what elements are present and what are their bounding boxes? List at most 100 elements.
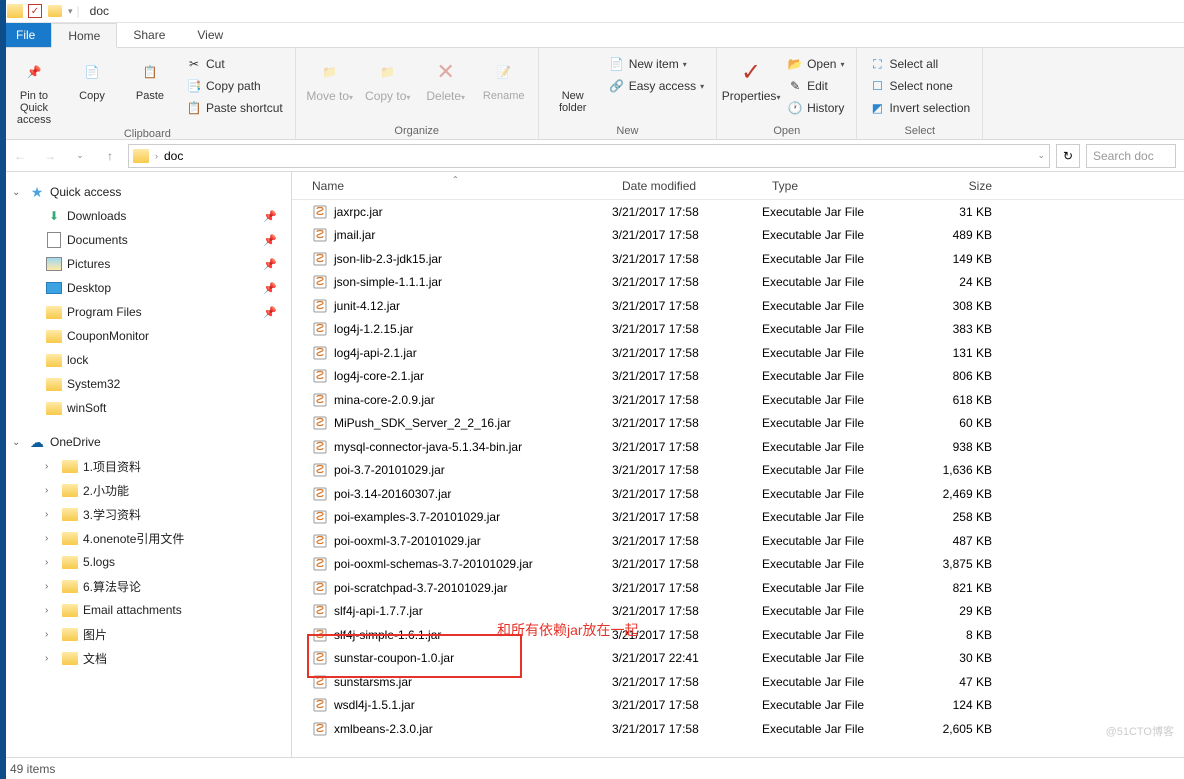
column-type[interactable]: Type — [762, 179, 912, 193]
file-row[interactable]: poi-3.7-20101029.jar 3/21/2017 17:58 Exe… — [292, 459, 1184, 483]
cut-button[interactable]: ✂Cut — [182, 54, 287, 74]
file-row[interactable]: poi-ooxml-schemas-3.7-20101029.jar 3/21/… — [292, 553, 1184, 577]
sidebar-onedrive[interactable]: ⌄ ☁ OneDrive — [0, 430, 291, 454]
chevron-down-icon[interactable]: ⌄ — [12, 187, 24, 198]
sidebar-item[interactable]: ›6.算法导论 — [0, 574, 291, 598]
file-row[interactable]: wsdl4j-1.5.1.jar 3/21/2017 17:58 Executa… — [292, 694, 1184, 718]
file-row[interactable]: log4j-api-2.1.jar 3/21/2017 17:58 Execut… — [292, 341, 1184, 365]
file-row[interactable]: junit-4.12.jar 3/21/2017 17:58 Executabl… — [292, 294, 1184, 318]
address-bar[interactable]: › doc ⌄ — [128, 144, 1050, 168]
nav-forward-button[interactable]: → — [38, 144, 62, 168]
edit-button[interactable]: ✎Edit — [783, 76, 848, 96]
paste-shortcut-button[interactable]: 📋Paste shortcut — [182, 98, 287, 118]
copy-to-button[interactable]: 📁 Copy to▾ — [362, 52, 414, 104]
move-to-button[interactable]: 📁 Move to▾ — [304, 52, 356, 104]
chevron-down-icon[interactable]: ⌄ — [12, 437, 24, 448]
file-row[interactable]: jmail.jar 3/21/2017 17:58 Executable Jar… — [292, 224, 1184, 248]
chevron-right-icon[interactable]: › — [45, 461, 57, 472]
file-row[interactable]: poi-examples-3.7-20101029.jar 3/21/2017 … — [292, 506, 1184, 530]
select-none-button[interactable]: ☐Select none — [865, 76, 974, 96]
sidebar-item[interactable]: ›文档 — [0, 646, 291, 670]
new-folder-button[interactable]: New folder — [547, 52, 599, 114]
easy-access-button[interactable]: 🔗Easy access▾ — [605, 76, 708, 96]
select-all-button[interactable]: ⛶Select all — [865, 54, 974, 74]
file-row[interactable]: sunstar-coupon-1.0.jar 3/21/2017 22:41 E… — [292, 647, 1184, 671]
file-row[interactable]: slf4j-api-1.7.7.jar 3/21/2017 17:58 Exec… — [292, 600, 1184, 624]
qat-properties-icon[interactable]: ✓ — [28, 4, 42, 18]
sidebar-item[interactable]: ›5.logs — [0, 550, 291, 574]
sidebar-item-system32[interactable]: System32 — [0, 372, 291, 396]
file-row[interactable]: json-simple-1.1.1.jar 3/21/2017 17:58 Ex… — [292, 271, 1184, 295]
chevron-right-icon[interactable]: › — [45, 629, 57, 640]
invert-selection-button[interactable]: ◩Invert selection — [865, 98, 974, 118]
qat-dropdown-icon[interactable]: ▾ — [68, 6, 73, 17]
open-button[interactable]: 📂Open▾ — [783, 54, 848, 74]
sidebar-item-documents[interactable]: Documents📌 — [0, 228, 291, 252]
chevron-right-icon[interactable]: › — [45, 581, 57, 592]
sidebar-item-desktop[interactable]: Desktop📌 — [0, 276, 291, 300]
search-input[interactable]: Search doc — [1086, 144, 1176, 168]
sidebar-item[interactable]: ›1.项目资料 — [0, 454, 291, 478]
chevron-right-icon[interactable]: › — [45, 485, 57, 496]
file-row[interactable]: poi-scratchpad-3.7-20101029.jar 3/21/201… — [292, 576, 1184, 600]
delete-button[interactable]: ✕ Delete▾ — [420, 52, 472, 104]
paste-button[interactable]: 📋 Paste — [124, 52, 176, 102]
qat-newfolder-icon[interactable] — [46, 2, 64, 20]
file-row[interactable]: poi-3.14-20160307.jar 3/21/2017 17:58 Ex… — [292, 482, 1184, 506]
chevron-right-icon[interactable]: › — [45, 653, 57, 664]
file-row[interactable]: log4j-1.2.15.jar 3/21/2017 17:58 Executa… — [292, 318, 1184, 342]
sidebar-item-program-files[interactable]: Program Files📌 — [0, 300, 291, 324]
tab-file[interactable]: File — [0, 23, 51, 47]
pin-to-quick-access-button[interactable]: 📌 Pin to Quick access — [8, 52, 60, 126]
file-size: 149 KB — [912, 252, 1012, 266]
file-row[interactable]: sunstarsms.jar 3/21/2017 17:58 Executabl… — [292, 670, 1184, 694]
tab-home[interactable]: Home — [51, 23, 117, 48]
tab-share[interactable]: Share — [117, 23, 181, 47]
sidebar-item-couponmonitor[interactable]: CouponMonitor — [0, 324, 291, 348]
column-size[interactable]: Size — [912, 179, 1012, 193]
sidebar-item[interactable]: ›4.onenote引用文件 — [0, 526, 291, 550]
title-bar: ✓ ▾ | doc — [0, 0, 1184, 23]
rename-button[interactable]: 📝 Rename — [478, 52, 530, 102]
properties-button[interactable]: ✓ Properties▾ — [725, 52, 777, 104]
file-size: 258 KB — [912, 510, 1012, 524]
sidebar-item-pictures[interactable]: Pictures📌 — [0, 252, 291, 276]
sidebar-item[interactable]: ›Email attachments — [0, 598, 291, 622]
copy-path-button[interactable]: 📑Copy path — [182, 76, 287, 96]
nav-recent-dropdown[interactable]: ⌄ — [68, 144, 92, 168]
sidebar-item[interactable]: ›图片 — [0, 622, 291, 646]
sidebar-item-winsoft[interactable]: winSoft — [0, 396, 291, 420]
file-row[interactable]: jaxrpc.jar 3/21/2017 17:58 Executable Ja… — [292, 200, 1184, 224]
file-row[interactable]: xmlbeans-2.3.0.jar 3/21/2017 17:58 Execu… — [292, 717, 1184, 741]
sidebar-item[interactable]: ›3.学习资料 — [0, 502, 291, 526]
history-button[interactable]: 🕐History — [783, 98, 848, 118]
tab-view[interactable]: View — [181, 23, 239, 47]
sidebar-item-downloads[interactable]: Downloads📌 — [0, 204, 291, 228]
file-row[interactable]: slf4j-simple-1.6.1.jar 3/21/2017 17:58 E… — [292, 623, 1184, 647]
sidebar-item[interactable]: ›2.小功能 — [0, 478, 291, 502]
file-row[interactable]: poi-ooxml-3.7-20101029.jar 3/21/2017 17:… — [292, 529, 1184, 553]
folder-icon — [61, 626, 79, 642]
chevron-right-icon[interactable]: › — [45, 605, 57, 616]
column-name[interactable]: ⌃Name — [292, 179, 612, 193]
chevron-right-icon[interactable]: › — [45, 509, 57, 520]
nav-up-button[interactable]: ↑ — [98, 144, 122, 168]
new-item-button[interactable]: 📄New item▾ — [605, 54, 708, 74]
address-chevron-icon[interactable]: › — [155, 151, 158, 161]
sidebar-item-lock[interactable]: lock — [0, 348, 291, 372]
chevron-right-icon[interactable]: › — [45, 533, 57, 544]
file-row[interactable]: mysql-connector-java-5.1.34-bin.jar 3/21… — [292, 435, 1184, 459]
refresh-button[interactable]: ↻ — [1056, 144, 1080, 168]
copy-button[interactable]: 📄 Copy — [66, 52, 118, 102]
file-row[interactable]: log4j-core-2.1.jar 3/21/2017 17:58 Execu… — [292, 365, 1184, 389]
sidebar-quick-access[interactable]: ⌄ ★ Quick access — [0, 180, 291, 204]
jar-file-icon — [312, 486, 328, 502]
column-date[interactable]: Date modified — [612, 179, 762, 193]
nav-back-button[interactable]: ← — [8, 144, 32, 168]
file-row[interactable]: mina-core-2.0.9.jar 3/21/2017 17:58 Exec… — [292, 388, 1184, 412]
address-dropdown-icon[interactable]: ⌄ — [1037, 150, 1045, 161]
chevron-right-icon[interactable]: › — [45, 557, 57, 568]
file-row[interactable]: MiPush_SDK_Server_2_2_16.jar 3/21/2017 1… — [292, 412, 1184, 436]
file-list[interactable]: jaxrpc.jar 3/21/2017 17:58 Executable Ja… — [292, 200, 1184, 757]
file-row[interactable]: json-lib-2.3-jdk15.jar 3/21/2017 17:58 E… — [292, 247, 1184, 271]
